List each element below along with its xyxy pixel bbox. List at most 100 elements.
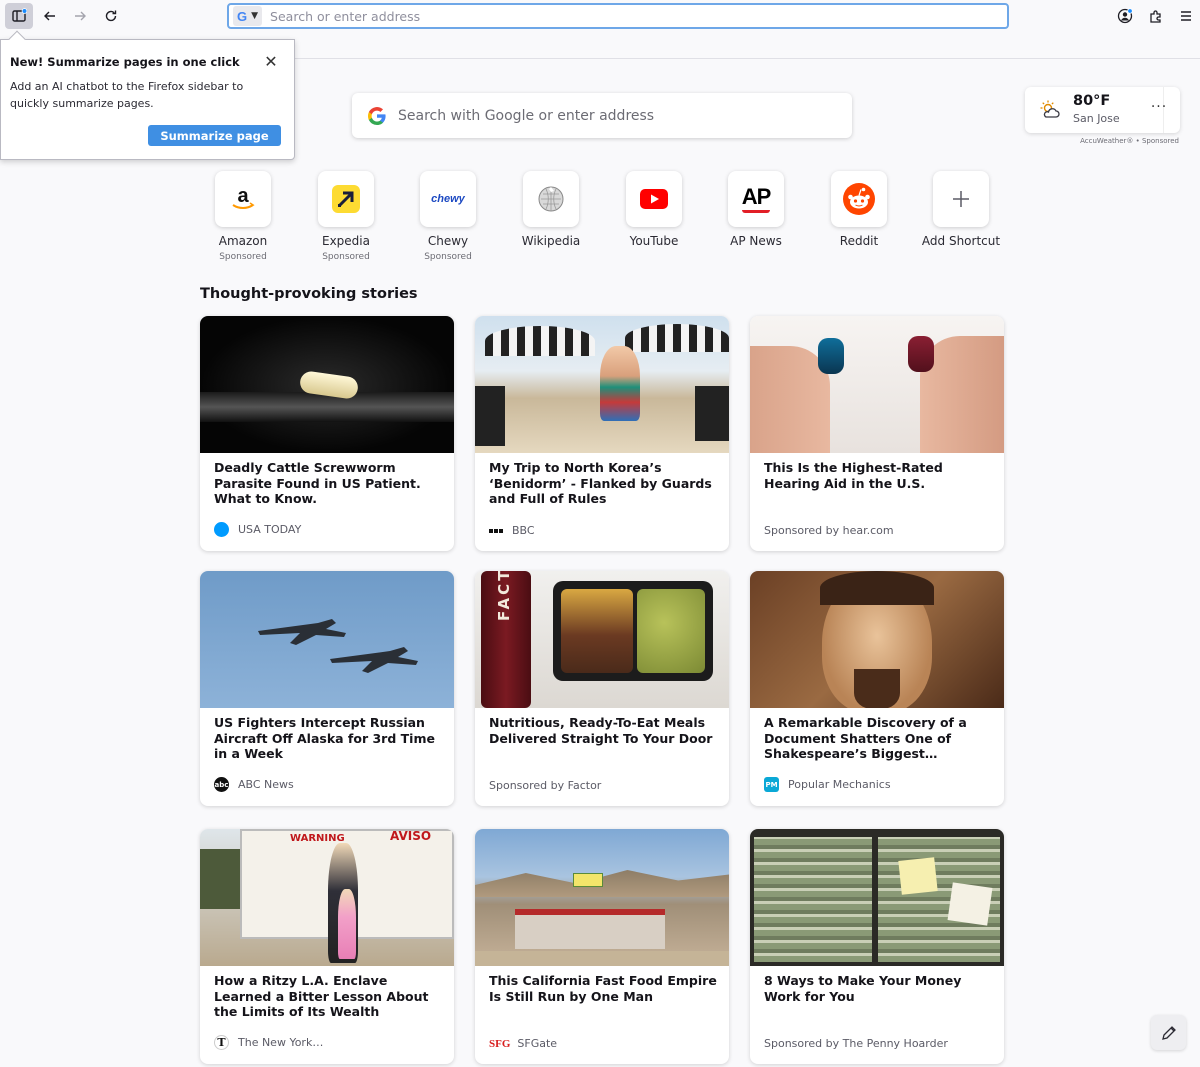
story-image-fighter-jets xyxy=(200,571,454,708)
story-source: abc ABC News xyxy=(214,777,294,792)
customize-button[interactable] xyxy=(1151,1015,1186,1050)
story-source: SFG SFGate xyxy=(489,1037,557,1050)
shortcut-label: AP News xyxy=(730,234,782,248)
more-options-icon[interactable]: ··· xyxy=(1147,99,1171,121)
shortcut-tile[interactable]: chewy xyxy=(420,171,476,227)
story-source-label: SFGate xyxy=(517,1037,558,1050)
forward-button[interactable] xyxy=(66,3,94,29)
google-icon xyxy=(368,106,386,125)
weather-temperature: 80°F xyxy=(1073,93,1111,109)
plus-icon xyxy=(953,191,969,207)
amazon-logo-letter: a xyxy=(237,185,249,207)
story-source-label: Popular Mechanics xyxy=(788,778,891,791)
shortcut-tile[interactable] xyxy=(933,171,989,227)
callout-title: New! Summarize pages in one click xyxy=(10,55,240,69)
story-source: Sponsored by hear.com xyxy=(764,524,894,537)
app-menu-button[interactable] xyxy=(1172,3,1200,29)
shortcut-youtube[interactable]: YouTube xyxy=(604,171,704,248)
story-card[interactable]: 8 Ways to Make Your Money Work for You S… xyxy=(750,829,1004,1064)
stories-section-title: Thought-provoking stories xyxy=(200,286,418,302)
story-image-warning-sign: WARNING AVISO xyxy=(200,829,454,966)
sponsored-label: Sponsored xyxy=(424,252,472,262)
shortcut-ap-news[interactable]: AP AP News xyxy=(706,171,806,248)
shortcut-tile[interactable] xyxy=(318,171,374,227)
chevron-down-icon: ▼ xyxy=(251,11,259,21)
story-title: US Fighters Intercept Russian Aircraft O… xyxy=(214,715,435,761)
shortcut-chewy[interactable]: chewy Chewy Sponsored xyxy=(398,171,498,262)
reddit-logo-icon xyxy=(843,183,875,215)
partly-sunny-icon xyxy=(1040,100,1060,118)
story-card[interactable]: This California Fast Food Empire Is Stil… xyxy=(475,829,729,1064)
story-title: Deadly Cattle Screwworm Parasite Found i… xyxy=(214,460,421,506)
expedia-logo-icon xyxy=(332,185,360,213)
add-shortcut-button[interactable]: Add Shortcut xyxy=(911,171,1011,248)
story-card[interactable]: US Fighters Intercept Russian Aircraft O… xyxy=(200,571,454,806)
extensions-button[interactable] xyxy=(1142,3,1170,29)
shortcut-tile[interactable] xyxy=(626,171,682,227)
warning-sign-text: WARNING xyxy=(290,833,345,844)
story-card[interactable]: A Remarkable Discovery of a Document Sha… xyxy=(750,571,1004,806)
shortcut-amazon[interactable]: a Amazon Sponsored xyxy=(193,171,293,262)
story-source: T The New York… xyxy=(214,1035,323,1050)
story-source-label: BBC xyxy=(512,524,535,537)
close-icon[interactable]: ✕ xyxy=(263,54,279,70)
weather-widget[interactable]: 80°F San Jose ··· xyxy=(1025,87,1180,133)
back-arrow-icon xyxy=(44,11,55,21)
story-card[interactable]: FACTOR Nutritious, Ready-To-Eat Meals De… xyxy=(475,571,729,806)
story-card[interactable]: This Is the Highest-Rated Hearing Aid in… xyxy=(750,316,1004,551)
sidebar-icon xyxy=(12,8,27,22)
extensions-icon xyxy=(1150,10,1161,23)
callout-body: Add an AI chatbot to the Firefox sidebar… xyxy=(10,80,244,110)
story-title: 8 Ways to Make Your Money Work for You xyxy=(764,973,962,1004)
sidebar-toggle-button[interactable] xyxy=(5,3,33,29)
weather-city: San Jose xyxy=(1073,112,1120,125)
story-source-label: Sponsored by Factor xyxy=(489,779,602,792)
shortcut-label: Add Shortcut xyxy=(921,234,1001,248)
story-source: PM Popular Mechanics xyxy=(764,777,891,792)
story-image-cash-stacks xyxy=(750,829,1004,966)
story-title: How a Ritzy L.A. Enclave Learned a Bitte… xyxy=(214,973,429,1019)
jets-illustration xyxy=(258,619,418,673)
story-card[interactable]: My Trip to North Korea’s ‘Benidorm’ - Fl… xyxy=(475,316,729,551)
shortcut-tile[interactable]: a xyxy=(215,171,271,227)
usa-today-icon xyxy=(214,522,229,537)
back-button[interactable] xyxy=(36,3,64,29)
shortcut-tile[interactable] xyxy=(831,171,887,227)
reload-icon xyxy=(105,10,117,22)
summarize-page-button[interactable]: Summarize page xyxy=(148,125,281,146)
browser-toolbar: G ▼ xyxy=(0,0,1200,33)
pencil-icon xyxy=(1161,1025,1176,1040)
shortcut-label: YouTube xyxy=(629,234,679,248)
story-card[interactable]: Deadly Cattle Screwworm Parasite Found i… xyxy=(200,316,454,551)
aviso-sign-text: AVISO xyxy=(390,829,432,843)
story-image-hearing-aid xyxy=(750,316,1004,453)
story-source: Sponsored by The Penny Hoarder xyxy=(764,1037,948,1050)
story-image-larva xyxy=(200,316,454,453)
shortcut-reddit[interactable]: Reddit xyxy=(809,171,909,248)
search-placeholder: Search with Google or enter address xyxy=(398,107,655,124)
story-image-beach xyxy=(475,316,729,453)
newtab-search-box[interactable]: Search with Google or enter address xyxy=(352,93,852,138)
reload-button[interactable] xyxy=(97,3,125,29)
address-bar[interactable]: G ▼ xyxy=(227,3,1009,29)
story-source: BBC xyxy=(489,524,535,537)
story-source-label: USA TODAY xyxy=(238,523,302,536)
chewy-logo-icon: chewy xyxy=(431,193,465,205)
feature-callout: New! Summarize pages in one click ✕ Add … xyxy=(0,30,295,160)
shortcut-wikipedia[interactable]: Wikipedia xyxy=(501,171,601,248)
story-image-shakespeare xyxy=(750,571,1004,708)
shortcut-label: Amazon xyxy=(218,234,268,248)
story-card[interactable]: WARNING AVISO How a Ritzy L.A. Enclave L… xyxy=(200,829,454,1064)
story-source: USA TODAY xyxy=(214,522,301,537)
address-input[interactable] xyxy=(270,8,971,24)
story-title: A Remarkable Discovery of a Document Sha… xyxy=(764,715,967,761)
abc-news-icon: abc xyxy=(214,777,229,792)
shortcut-tile[interactable]: AP xyxy=(728,171,784,227)
search-engine-selector[interactable]: G ▼ xyxy=(233,6,263,26)
shortcut-tile[interactable] xyxy=(523,171,579,227)
account-button[interactable] xyxy=(1111,3,1139,29)
popular-mechanics-icon: PM xyxy=(764,777,779,792)
hamburger-menu-icon xyxy=(1181,11,1191,21)
ap-logo-icon: AP xyxy=(741,183,772,209)
shortcut-expedia[interactable]: Expedia Sponsored xyxy=(296,171,396,262)
